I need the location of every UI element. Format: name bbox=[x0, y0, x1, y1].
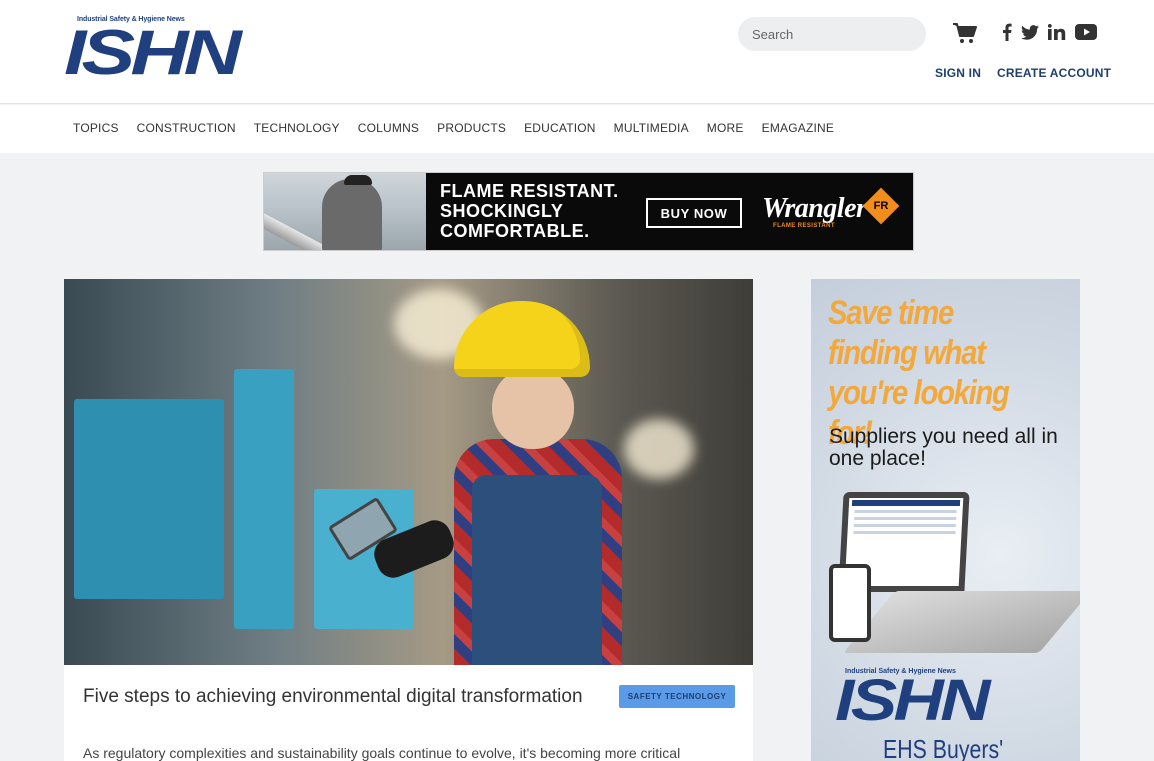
featured-article-card[interactable]: Five steps to achieving environmental di… bbox=[64, 279, 753, 761]
twitter-icon[interactable] bbox=[1021, 22, 1039, 42]
banner-ad[interactable]: FLAME RESISTANT. SHOCKINGLY COMFORTABLE.… bbox=[263, 172, 914, 251]
screen-bar bbox=[851, 500, 961, 506]
banner-ad-photo bbox=[264, 173, 426, 250]
sidebar-ad-subheadline: Suppliers you need all in one place! bbox=[829, 425, 1058, 470]
hero-face-shape bbox=[492, 367, 574, 449]
search-input[interactable] bbox=[752, 26, 928, 42]
sidebar-ad-bottom-text: EHS Buyers' bbox=[883, 734, 1004, 761]
buy-now-button[interactable]: BUY NOW bbox=[646, 198, 742, 228]
youtube-icon[interactable] bbox=[1075, 22, 1097, 42]
screen-line bbox=[854, 517, 957, 520]
sign-in-link[interactable]: SIGN IN bbox=[935, 66, 981, 80]
article-title[interactable]: Five steps to achieving environmental di… bbox=[83, 684, 583, 710]
banner-hat-shape bbox=[344, 175, 372, 185]
nav-item-emagazine[interactable]: EMAGAZINE bbox=[762, 121, 834, 135]
hero-machine-shape bbox=[74, 399, 224, 599]
cart-icon[interactable] bbox=[952, 22, 978, 44]
banner-brand-logo: Wrangler bbox=[762, 193, 867, 224]
site-logo[interactable]: Industrial Safety & Hygiene News ISHN bbox=[64, 16, 298, 84]
banner-worker-shape bbox=[322, 179, 382, 250]
hero-light-shape bbox=[624, 419, 694, 479]
banner-brand-sub: FLAME RESISTANT bbox=[773, 223, 835, 229]
nav-item-columns[interactable]: COLUMNS bbox=[358, 121, 419, 135]
banner-line-3: COMFORTABLE. bbox=[440, 221, 590, 241]
nav-list: TOPICS CONSTRUCTION TECHNOLOGY COLUMNS P… bbox=[73, 121, 852, 135]
nav-item-multimedia[interactable]: MULTIMEDIA bbox=[614, 121, 689, 135]
create-account-link[interactable]: CREATE ACCOUNT bbox=[997, 66, 1111, 80]
screen-line bbox=[854, 510, 957, 513]
banner-line-1: FLAME RESISTANT. bbox=[440, 181, 619, 201]
nav-item-construction[interactable]: CONSTRUCTION bbox=[137, 121, 236, 135]
screen-line bbox=[853, 531, 956, 534]
laptop-keyboard-shape bbox=[842, 591, 1080, 653]
article-excerpt: As regulatory complexities and sustainab… bbox=[83, 745, 681, 761]
article-category-tag[interactable]: SAFETY TECHNOLOGY bbox=[619, 685, 735, 708]
social-links bbox=[1002, 22, 1097, 42]
linkedin-icon[interactable] bbox=[1048, 22, 1066, 42]
screen-line bbox=[853, 524, 956, 527]
search-box[interactable] bbox=[738, 17, 928, 51]
site-header: Industrial Safety & Hygiene News ISHN SI… bbox=[0, 0, 1154, 104]
banner-line-2: SHOCKINGLY bbox=[440, 201, 564, 221]
fr-badge: FR bbox=[862, 187, 900, 225]
sidebar-ad-logo: ISHN bbox=[835, 668, 990, 733]
hero-machine-shape bbox=[234, 369, 294, 629]
nav-item-topics[interactable]: TOPICS bbox=[73, 121, 119, 135]
hero-overall-shape bbox=[472, 475, 602, 665]
sidebar-ad[interactable]: Save time finding what you're looking fo… bbox=[811, 279, 1080, 761]
main-nav: TOPICS CONSTRUCTION TECHNOLOGY COLUMNS P… bbox=[0, 105, 1154, 153]
phone-shape bbox=[829, 564, 871, 642]
fr-badge-label: FR bbox=[873, 200, 889, 212]
nav-item-technology[interactable]: TECHNOLOGY bbox=[254, 121, 340, 135]
banner-headline: FLAME RESISTANT. SHOCKINGLY COMFORTABLE. bbox=[440, 181, 619, 241]
facebook-icon[interactable] bbox=[1002, 22, 1012, 42]
article-hero-image[interactable] bbox=[64, 279, 753, 665]
nav-item-more[interactable]: MORE bbox=[707, 121, 744, 135]
nav-item-products[interactable]: PRODUCTS bbox=[437, 121, 506, 135]
nav-item-education[interactable]: EDUCATION bbox=[524, 121, 596, 135]
logo-wordmark: ISHN bbox=[64, 17, 242, 88]
